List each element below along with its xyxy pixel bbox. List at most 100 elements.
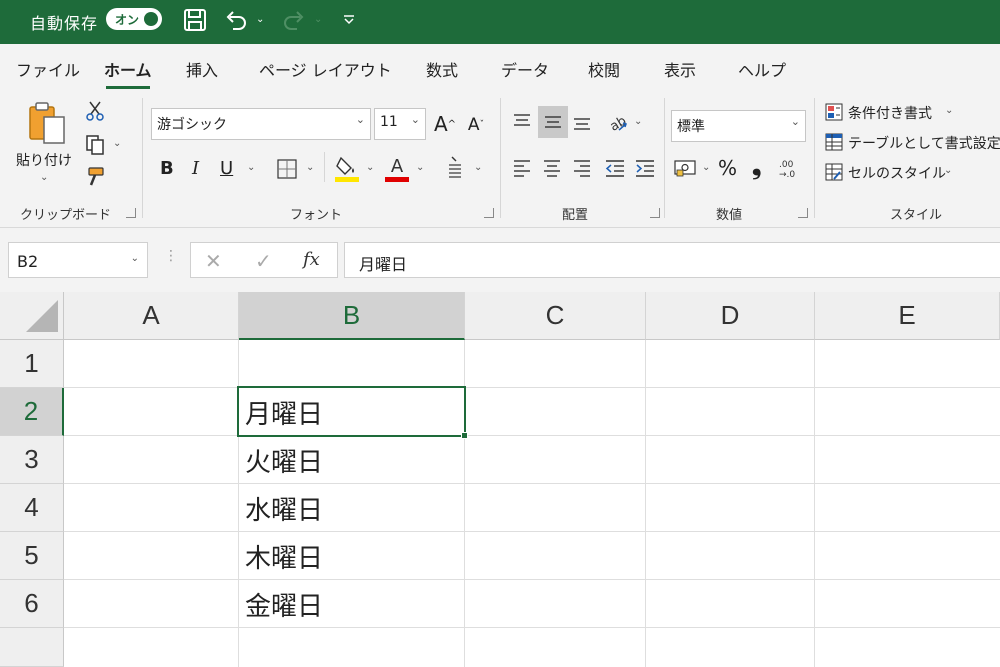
font-name-select[interactable]: 游ゴシック ⌄: [151, 108, 371, 140]
align-right-icon[interactable]: [570, 156, 594, 180]
align-center-icon[interactable]: [540, 156, 564, 180]
column-header-selected[interactable]: B: [239, 292, 465, 340]
save-icon[interactable]: [183, 6, 207, 34]
tab-help[interactable]: ヘルプ: [738, 57, 786, 81]
percent-button[interactable]: %: [718, 156, 737, 180]
group-divider: [142, 98, 143, 218]
column-header[interactable]: C: [465, 292, 646, 340]
enter-icon[interactable]: ✓: [255, 249, 272, 273]
increase-font-icon[interactable]: A ^: [432, 110, 458, 138]
cell-b6[interactable]: 金曜日: [239, 580, 465, 628]
paste-dropdown-icon[interactable]: ⌄: [40, 172, 48, 183]
row-header[interactable]: [0, 628, 64, 667]
cut-icon[interactable]: [84, 100, 106, 122]
bold-button[interactable]: B: [160, 158, 174, 179]
fill-handle[interactable]: [461, 432, 468, 439]
tab-review[interactable]: 校閲: [588, 57, 620, 81]
toggle-knob: [144, 12, 158, 26]
undo-dropdown-icon[interactable]: ⌄: [256, 14, 264, 25]
row-header-selected[interactable]: 2: [0, 388, 64, 436]
decrease-font-icon[interactable]: Aˇ: [464, 112, 488, 138]
conditional-format-button[interactable]: 条件付き書式: [848, 103, 932, 123]
ribbon-tabs: ファイル ホーム 挿入 ページ レイアウト 数式 データ 校閲 表示 ヘルプ: [0, 44, 1000, 90]
tab-insert[interactable]: 挿入: [186, 57, 218, 81]
column-header[interactable]: A: [64, 292, 239, 340]
tab-file[interactable]: ファイル: [16, 57, 80, 81]
underline-dropdown-icon[interactable]: ⌄: [247, 162, 255, 173]
number-launcher-icon[interactable]: [798, 208, 808, 218]
align-bottom-icon[interactable]: [570, 108, 594, 136]
fill-color-dropdown-icon[interactable]: ⌄: [366, 162, 374, 173]
tab-view[interactable]: 表示: [664, 57, 696, 81]
row-header[interactable]: 6: [0, 580, 64, 628]
accounting-format-icon[interactable]: [672, 156, 698, 180]
phonetic-dropdown-icon[interactable]: ⌄: [474, 162, 482, 173]
accounting-dropdown-icon[interactable]: ⌄: [702, 162, 710, 173]
align-left-icon[interactable]: [510, 156, 534, 180]
cell-styles-dropdown-icon[interactable]: ⌄: [944, 165, 952, 176]
font-color-dropdown-icon[interactable]: ⌄: [416, 162, 424, 173]
paste-icon[interactable]: [24, 100, 68, 146]
tab-data[interactable]: データ: [501, 57, 549, 81]
font-size-select[interactable]: 11 ⌄: [374, 108, 426, 140]
align-middle-icon[interactable]: [538, 106, 568, 138]
phonetic-guide-icon[interactable]: [444, 154, 466, 182]
tab-home[interactable]: ホーム: [104, 57, 152, 89]
orientation-dropdown-icon[interactable]: ⌄: [634, 116, 642, 127]
clipboard-launcher-icon[interactable]: [126, 208, 136, 218]
group-divider: [500, 98, 501, 218]
conditional-format-icon[interactable]: [824, 102, 844, 122]
borders-dropdown-icon[interactable]: ⌄: [306, 162, 314, 173]
format-as-table-icon[interactable]: [824, 132, 844, 152]
drag-handle-icon[interactable]: ⋮: [164, 248, 178, 264]
column-header[interactable]: E: [815, 292, 1000, 340]
font-launcher-icon[interactable]: [484, 208, 494, 218]
conditional-dropdown-icon[interactable]: ⌄: [945, 105, 953, 116]
row-header[interactable]: 5: [0, 532, 64, 580]
cell-styles-button[interactable]: セルのスタイル: [848, 163, 946, 183]
cell-styles-icon[interactable]: [824, 162, 844, 182]
cancel-icon[interactable]: ✕: [205, 249, 222, 273]
name-box[interactable]: B2 ⌄: [8, 242, 148, 278]
number-format-value: 標準: [677, 119, 705, 135]
ribbon: 貼り付け ⌄ ⌄ クリップボード 游ゴシック ⌄ 11 ⌄ A ^ Aˇ B I …: [0, 90, 1000, 228]
borders-icon[interactable]: [276, 158, 298, 180]
copy-dropdown-icon[interactable]: ⌄: [113, 138, 121, 149]
column-header[interactable]: D: [646, 292, 815, 340]
fill-color-icon[interactable]: [334, 154, 360, 182]
customize-toolbar-icon[interactable]: [342, 6, 356, 34]
cell-b5[interactable]: 木曜日: [239, 532, 465, 580]
formula-input[interactable]: 月曜日: [344, 242, 1000, 278]
alignment-group-label: 配置: [562, 208, 589, 223]
decimal-icon[interactable]: .00 →.0: [776, 156, 804, 180]
increase-indent-icon[interactable]: [632, 156, 658, 180]
orientation-icon[interactable]: ab: [604, 108, 630, 136]
row-header[interactable]: 4: [0, 484, 64, 532]
clipboard-group-label: クリップボード: [20, 208, 112, 223]
svg-text:→.0: →.0: [779, 170, 795, 178]
copy-icon[interactable]: [84, 134, 106, 156]
select-all-button[interactable]: [0, 292, 64, 340]
insert-function-icon[interactable]: fx: [303, 249, 320, 270]
font-group-label: フォント: [290, 208, 343, 223]
italic-button[interactable]: I: [192, 158, 199, 179]
format-as-table-button[interactable]: テーブルとして書式設定: [848, 133, 1000, 153]
number-format-select[interactable]: 標準 ⌄: [671, 110, 806, 142]
row-header[interactable]: 3: [0, 436, 64, 484]
autosave-toggle[interactable]: オン: [106, 8, 162, 30]
format-painter-icon[interactable]: [84, 166, 106, 188]
cell-b4[interactable]: 水曜日: [239, 484, 465, 532]
underline-button[interactable]: U: [220, 158, 233, 179]
paste-button[interactable]: 貼り付け: [16, 150, 72, 170]
alignment-launcher-icon[interactable]: [650, 208, 660, 218]
undo-icon[interactable]: [224, 6, 248, 34]
cell-b3[interactable]: 火曜日: [239, 436, 465, 484]
row-header[interactable]: 1: [0, 340, 64, 388]
font-color-icon[interactable]: A: [384, 154, 410, 182]
comma-style-button[interactable]: ❟: [752, 152, 761, 180]
title-bar: 自動保存 オン ⌄ ⌄: [0, 0, 1000, 44]
align-top-icon[interactable]: [510, 108, 534, 136]
decrease-indent-icon[interactable]: [602, 156, 628, 180]
tab-formulas[interactable]: 数式: [426, 57, 458, 81]
tab-page-layout[interactable]: ページ レイアウト: [259, 57, 392, 81]
